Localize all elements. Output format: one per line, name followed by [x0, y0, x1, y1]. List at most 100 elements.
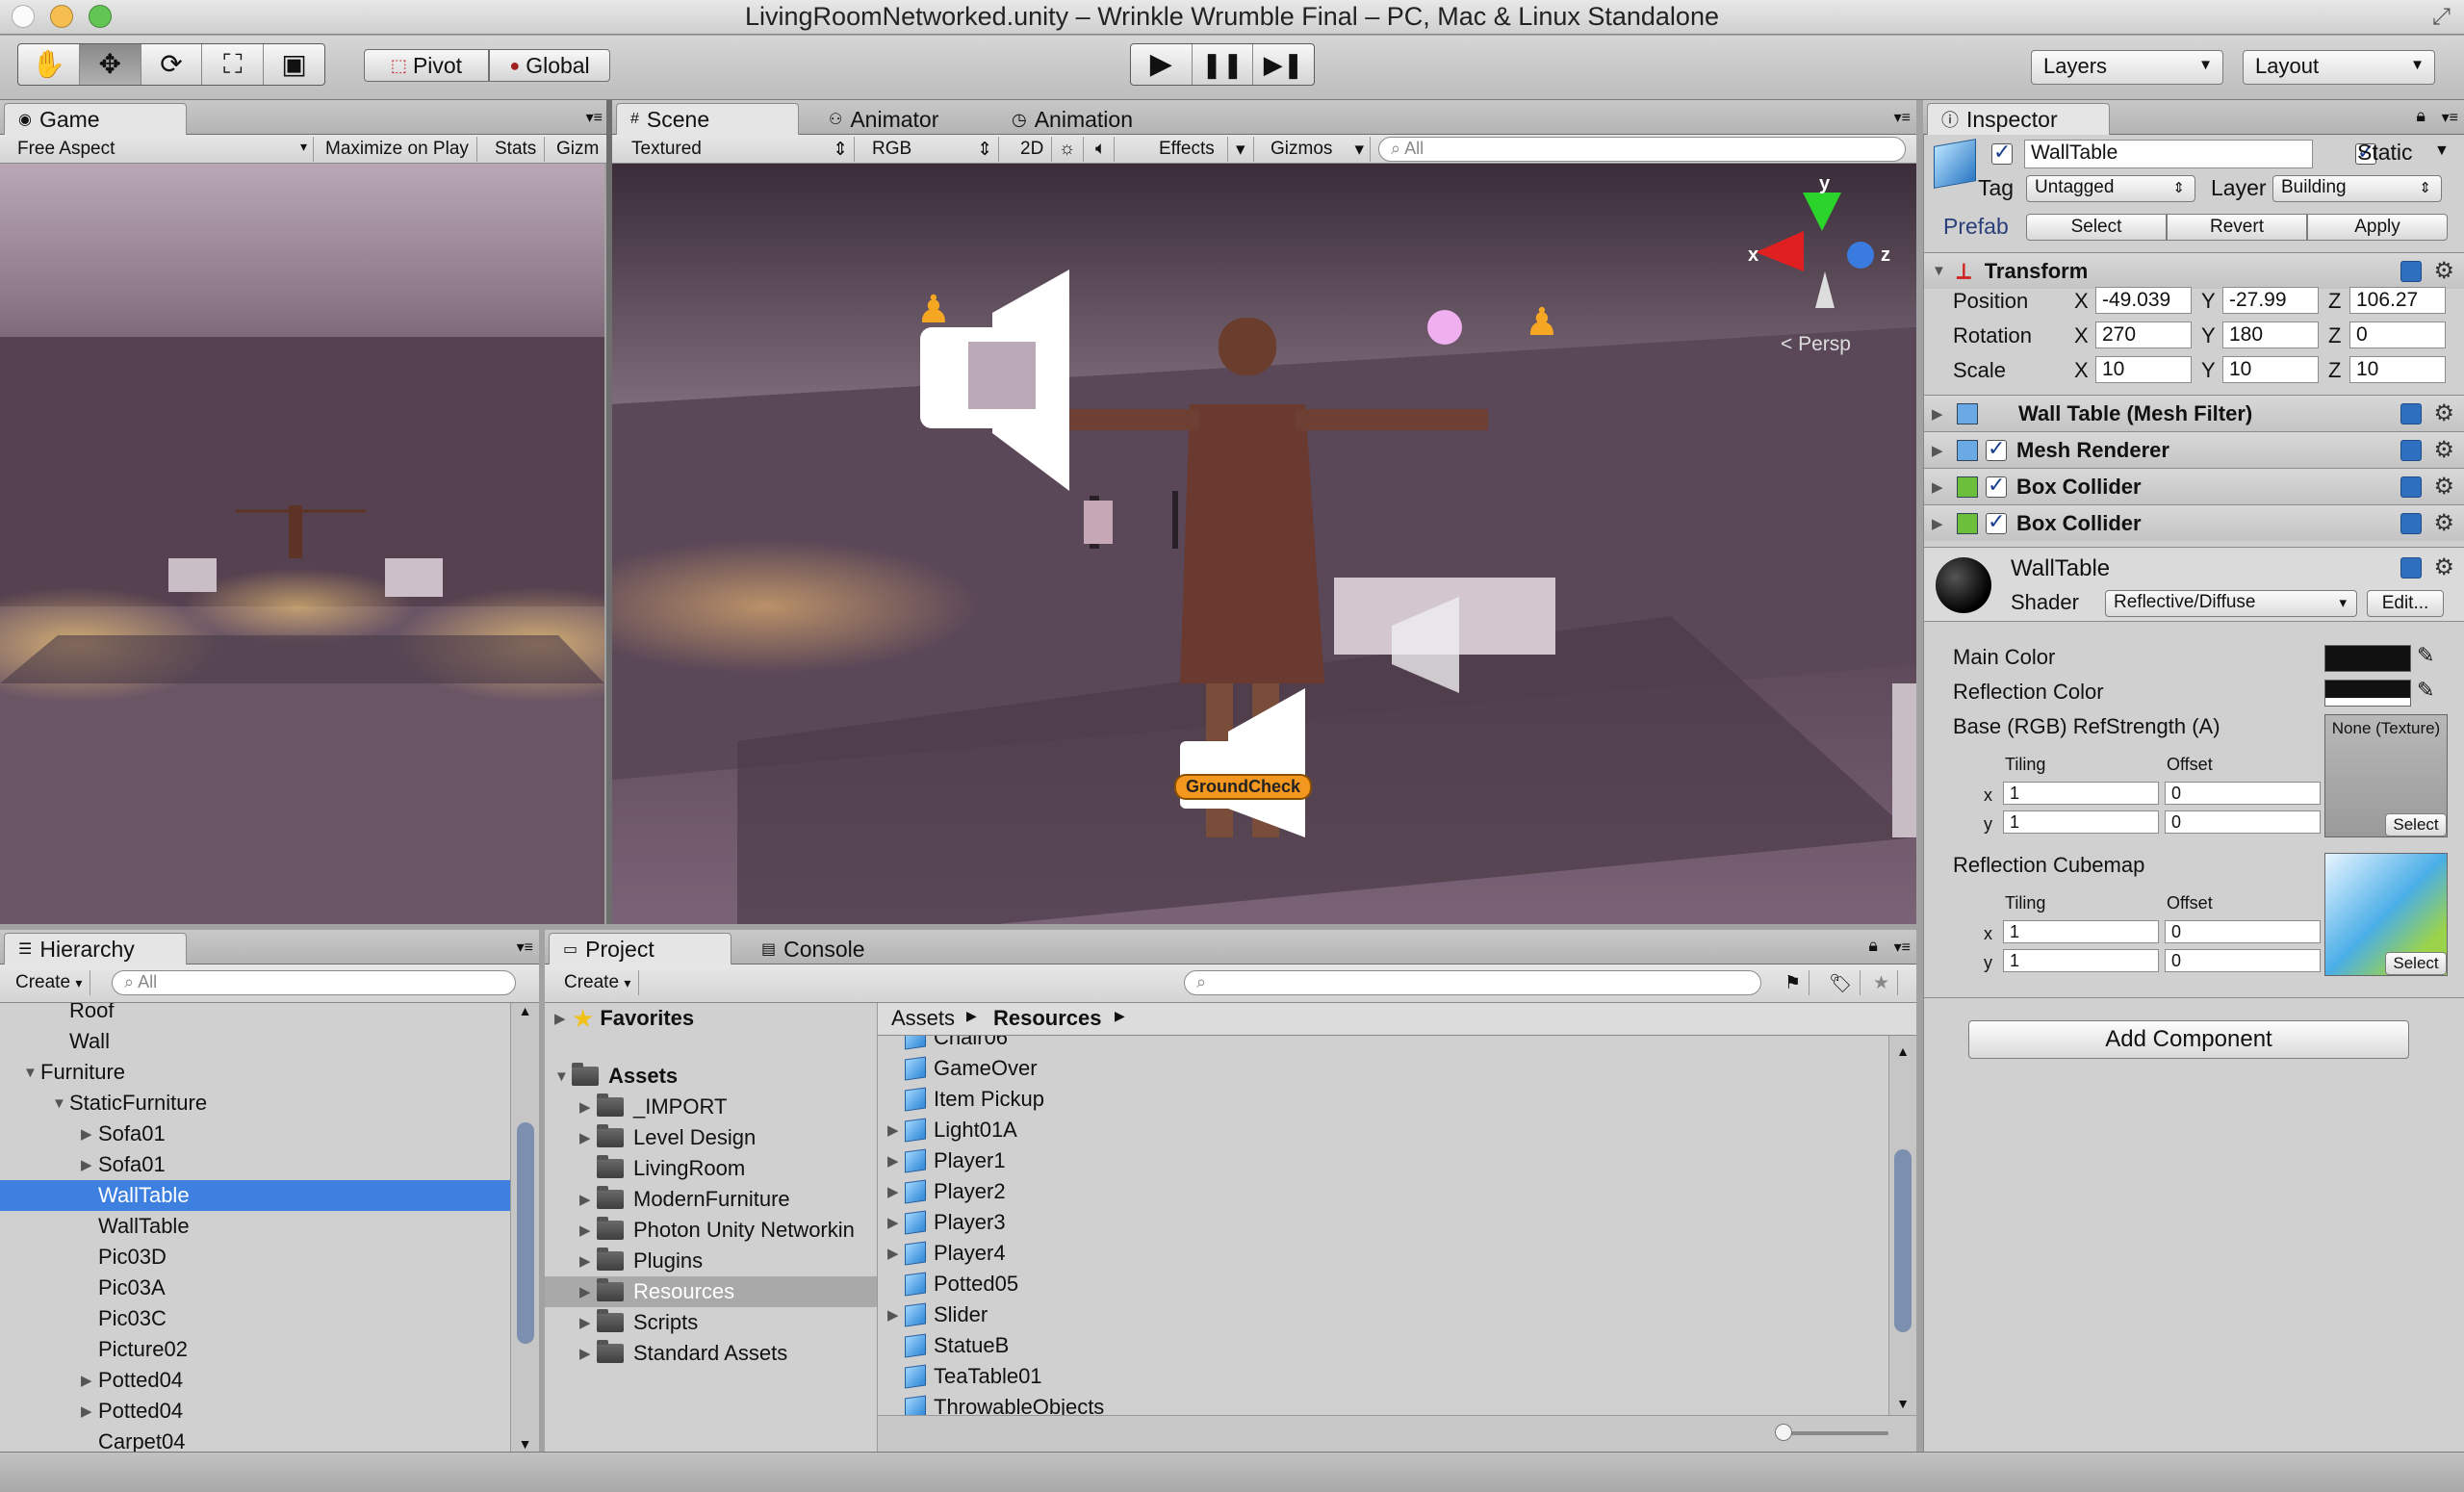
- panel-menu-icon[interactable]: ▾≡: [2442, 108, 2458, 127]
- scale-x-label[interactable]: X: [2074, 358, 2089, 383]
- help-icon[interactable]: [2400, 557, 2422, 579]
- step-button[interactable]: ▶❚: [1253, 44, 1314, 85]
- expand-arrow-icon[interactable]: ▶: [1932, 405, 1949, 423]
- scroll-thumb[interactable]: [517, 1122, 534, 1344]
- scene-viewport[interactable]: ♟ ♟ y x z < Persp GroundCheck: [612, 164, 1916, 924]
- rotation-x-label[interactable]: X: [2074, 323, 2089, 348]
- position-z-field[interactable]: 106.27: [2349, 287, 2446, 314]
- cubemap-tiling-y-field[interactable]: 1: [2003, 949, 2159, 972]
- stats-toggle[interactable]: Stats: [487, 137, 546, 162]
- 2d-toggle[interactable]: 2D: [1013, 137, 1053, 162]
- aspect-dropdown[interactable]: Free Aspect ▾: [10, 137, 314, 162]
- hierarchy-create-dropdown[interactable]: Create ▾: [8, 970, 91, 995]
- scale-y-field[interactable]: 10: [2222, 356, 2319, 383]
- gear-icon[interactable]: ⚙: [2433, 436, 2454, 464]
- scroll-up-icon[interactable]: ▲: [511, 1003, 539, 1018]
- expand-arrow-icon[interactable]: ▶: [81, 1402, 98, 1420]
- object-name-field[interactable]: WallTable: [2024, 140, 2313, 168]
- prefab-select-button[interactable]: Select: [2026, 214, 2167, 241]
- expand-arrow-icon[interactable]: ▼: [52, 1095, 69, 1112]
- rotation-z-label[interactable]: Z: [2328, 323, 2341, 348]
- project-search-input[interactable]: ⌕: [1184, 970, 1761, 995]
- texture-select-button[interactable]: Select: [2385, 813, 2447, 836]
- folder-item[interactable]: ▶ Photon Unity Networkin: [545, 1215, 877, 1246]
- add-component-button[interactable]: Add Component: [1968, 1020, 2409, 1059]
- asset-item[interactable]: Chair06: [878, 1036, 1888, 1053]
- asset-scrollbar[interactable]: ▲ ▼: [1888, 1036, 1916, 1415]
- folder-item[interactable]: ▶ Scripts: [545, 1307, 877, 1338]
- scale-y-label[interactable]: Y: [2201, 358, 2216, 383]
- hierarchy-item[interactable]: Carpet04: [0, 1427, 510, 1452]
- icon-size-slider[interactable]: [1775, 1424, 1888, 1441]
- expand-arrow-icon[interactable]: ▼: [23, 1065, 40, 1081]
- component-enabled-checkbox[interactable]: [1986, 509, 2007, 534]
- eyedropper-icon[interactable]: ✎: [2417, 678, 2434, 703]
- expand-arrow-icon[interactable]: ▶: [81, 1372, 98, 1389]
- folder-item[interactable]: ▶ Plugins: [545, 1246, 877, 1276]
- folder-item[interactable]: LivingRoom: [545, 1153, 877, 1184]
- asset-item[interactable]: ▶ Player1: [878, 1145, 1888, 1176]
- cubemap-select-button[interactable]: Select: [2385, 952, 2447, 975]
- gear-icon[interactable]: ⚙: [2433, 509, 2454, 537]
- scroll-thumb[interactable]: [1894, 1149, 1912, 1332]
- help-icon[interactable]: [2400, 476, 2422, 498]
- tab-animation[interactable]: ◷ Animation: [997, 103, 1147, 135]
- filter-label-icon[interactable]: 🏷︎: [1821, 970, 1861, 995]
- expand-arrow-icon[interactable]: ▶: [1932, 478, 1949, 496]
- scale-z-field[interactable]: 10: [2349, 356, 2446, 383]
- hierarchy-item[interactable]: Pic03D: [0, 1242, 510, 1273]
- expand-arrow-icon[interactable]: ▶: [81, 1156, 98, 1173]
- expand-arrow-icon[interactable]: ▶: [1932, 515, 1949, 532]
- effects-dropdown[interactable]: Effects: [1151, 137, 1228, 162]
- move-tool-icon[interactable]: ✥: [79, 44, 141, 85]
- component-header[interactable]: ▶ Box Collider ⚙: [1924, 504, 2464, 541]
- component-header[interactable]: ▶ Box Collider ⚙: [1924, 468, 2464, 504]
- lock-icon[interactable]: 🔒︎: [2416, 106, 2426, 126]
- hierarchy-item[interactable]: ▶ Sofa01: [0, 1149, 510, 1180]
- assets-root-row[interactable]: ▼ Assets: [545, 1061, 877, 1092]
- component-enabled-checkbox[interactable]: [1986, 436, 2007, 461]
- position-x-field[interactable]: -49.039: [2095, 287, 2192, 314]
- scroll-down-icon[interactable]: ▼: [1889, 1396, 1916, 1411]
- expand-arrow-icon[interactable]: ▶: [579, 1191, 597, 1208]
- expand-arrow-icon[interactable]: ▶: [579, 1098, 597, 1116]
- asset-item[interactable]: ▶ Light01A: [878, 1115, 1888, 1145]
- panel-menu-icon[interactable]: ▾≡: [1894, 938, 1911, 957]
- asset-item[interactable]: ThrowableObjects: [878, 1392, 1888, 1415]
- game-viewport[interactable]: [0, 164, 604, 924]
- tab-game[interactable]: ◉ Game: [4, 103, 187, 135]
- slider-knob[interactable]: [1775, 1424, 1792, 1441]
- scene-gizmos-dropdown[interactable]: Gizmos ▾: [1263, 137, 1371, 162]
- help-icon[interactable]: [2400, 261, 2422, 282]
- cubemap-tiling-x-field[interactable]: 1: [2003, 920, 2159, 943]
- asset-item[interactable]: Potted05: [878, 1269, 1888, 1299]
- groundcheck-label[interactable]: GroundCheck: [1174, 774, 1313, 800]
- fullscreen-icon[interactable]: ⤢: [2432, 4, 2451, 31]
- hierarchy-item[interactable]: ▶ Potted04: [0, 1365, 510, 1396]
- perspective-label[interactable]: < Persp: [1781, 333, 1851, 356]
- play-button[interactable]: ▶: [1131, 44, 1193, 85]
- static-dropdown-icon[interactable]: ▼: [2434, 142, 2450, 160]
- asset-item[interactable]: GameOver: [878, 1053, 1888, 1084]
- expand-arrow-icon[interactable]: ▶: [887, 1183, 905, 1200]
- shader-dropdown[interactable]: Reflective/Diffuse ▾: [2105, 590, 2357, 617]
- scroll-up-icon[interactable]: ▲: [1889, 1043, 1916, 1059]
- hierarchy-item[interactable]: Wall: [0, 1026, 510, 1057]
- tab-inspector[interactable]: ⓘ Inspector: [1927, 103, 2110, 135]
- component-header[interactable]: ▶ Mesh Renderer ⚙: [1924, 431, 2464, 468]
- tab-console[interactable]: ▤ Console: [747, 933, 880, 965]
- component-enabled-checkbox[interactable]: [1986, 473, 2007, 498]
- rotation-y-label[interactable]: Y: [2201, 323, 2216, 348]
- folder-item[interactable]: ▶ ModernFurniture: [545, 1184, 877, 1215]
- tab-project[interactable]: ▭ Project: [549, 933, 732, 965]
- shading-mode-dropdown[interactable]: Textured ⇕: [624, 137, 855, 162]
- hierarchy-item[interactable]: ▶ Sofa01: [0, 1119, 510, 1149]
- folder-item[interactable]: ▶ Standard Assets: [545, 1338, 877, 1369]
- tiling-x-field[interactable]: 1: [2003, 782, 2159, 805]
- expand-arrow-icon[interactable]: ▶: [887, 1152, 905, 1170]
- hierarchy-item[interactable]: Roof: [0, 1003, 510, 1026]
- scale-x-field[interactable]: 10: [2095, 356, 2192, 383]
- hierarchy-item[interactable]: Picture02: [0, 1334, 510, 1365]
- effects-arrow-icon[interactable]: ▾: [1228, 137, 1254, 162]
- layers-dropdown[interactable]: Layers ▼: [2031, 50, 2223, 85]
